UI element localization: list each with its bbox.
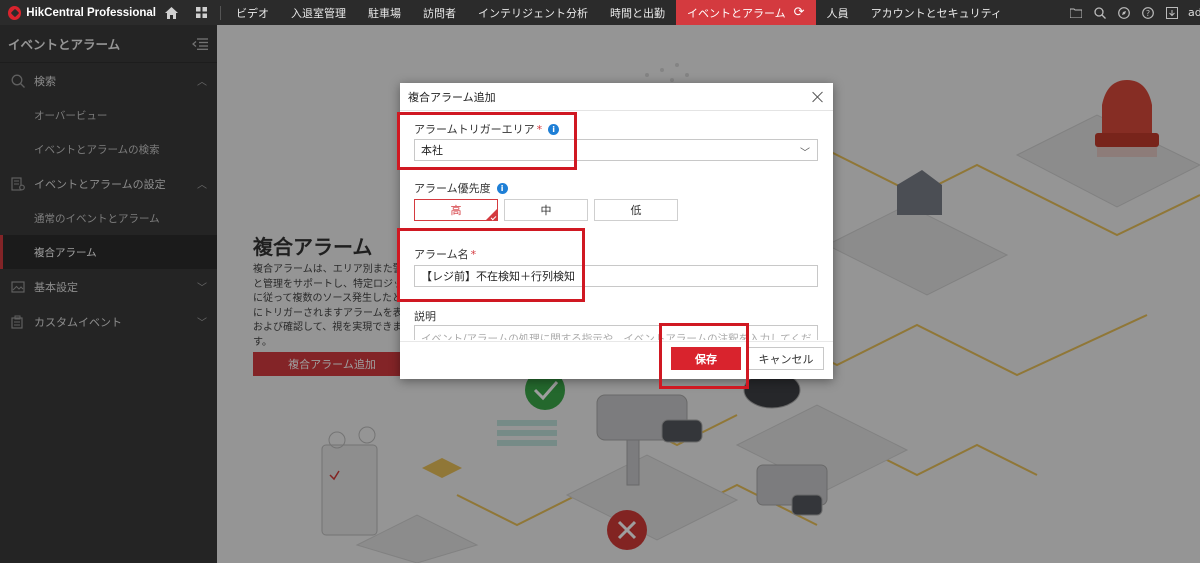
nav-access-control[interactable]: 入退室管理 [280, 0, 357, 25]
home-icon[interactable] [156, 0, 186, 25]
nav-intelligent-analysis[interactable]: インテリジェント分析 [467, 0, 599, 25]
nav-time-attendance[interactable]: 時間と出勤 [599, 0, 676, 25]
description-label: 説明 [414, 308, 436, 324]
folder-icon[interactable] [1064, 0, 1088, 25]
nav-person[interactable]: 人員 [816, 0, 860, 25]
priority-medium-option[interactable]: 中 [504, 199, 588, 221]
brand-name: HikCentral Professional [26, 6, 156, 19]
download-icon[interactable] [1160, 0, 1184, 25]
user-account[interactable]: ad [1184, 6, 1200, 19]
search-icon[interactable] [1088, 0, 1112, 25]
close-icon[interactable] [811, 90, 825, 104]
help-icon[interactable]: ? [1136, 0, 1160, 25]
nav-parking[interactable]: 駐車場 [357, 0, 412, 25]
priority-low-option[interactable]: 低 [594, 199, 678, 221]
refresh-icon[interactable]: ⟳ [794, 5, 805, 20]
nav-account-security[interactable]: アカウントとセキュリティ [860, 0, 1013, 25]
hikcentral-logo-icon [8, 5, 22, 20]
nav-event-alarm-label: イベントとアラーム [687, 6, 786, 20]
dialog-header: 複合アラーム追加 [400, 83, 833, 111]
info-icon[interactable]: i [496, 182, 508, 194]
top-bar: HikCentral Professional ビデオ 入退室管理 駐車場 訪問… [0, 0, 1200, 25]
priority-option-label: 高 [450, 204, 462, 217]
svg-text:?: ? [1146, 9, 1150, 18]
nav-visitor[interactable]: 訪問者 [412, 0, 467, 25]
dialog-title: 複合アラーム追加 [408, 90, 496, 104]
highlight-trigger-area [397, 112, 577, 170]
priority-label-text: アラーム優先度 [414, 182, 491, 195]
chevron-down-icon: ﹀ [800, 148, 810, 159]
check-icon [490, 214, 497, 221]
priority-option-label: 低 [630, 204, 642, 217]
nav-event-alarm[interactable]: イベントとアラーム ⟳ [676, 0, 816, 25]
description-label-text: 説明 [414, 310, 436, 323]
priority-label: アラーム優先度 i [414, 180, 508, 196]
nav-video[interactable]: ビデオ [225, 0, 280, 25]
divider [220, 5, 221, 20]
description-textarea[interactable]: イベント/アラームの処理に関する指示や、イベントアラームの注釈を入力してくだ [414, 325, 818, 340]
top-nav: ビデオ 入退室管理 駐車場 訪問者 インテリジェント分析 時間と出勤 イベントと… [225, 0, 1013, 25]
brand[interactable]: HikCentral Professional [0, 0, 156, 25]
top-right-tools: ? ad [1064, 0, 1200, 25]
compass-icon[interactable] [1112, 0, 1136, 25]
cancel-button[interactable]: キャンセル [748, 347, 824, 370]
priority-high-option[interactable]: 高 [414, 199, 498, 221]
highlight-alarm-name [397, 228, 585, 302]
apps-grid-icon[interactable] [186, 0, 216, 25]
priority-option-label: 中 [540, 204, 552, 217]
highlight-save-button [659, 323, 749, 389]
